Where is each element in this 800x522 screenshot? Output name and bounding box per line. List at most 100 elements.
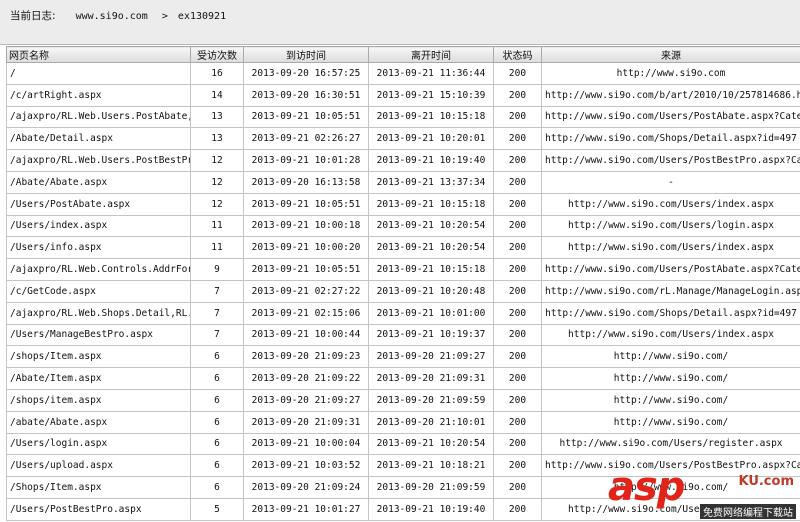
- cell-leave-time: 2013-09-21 10:01:00: [368, 301, 494, 325]
- cell-page-name: /Users/upload.aspx: [6, 454, 191, 478]
- table-row[interactable]: /Users/ManageBestPro.aspx 7 2013-09-21 10:…: [6, 323, 800, 347]
- cell-arrival-time: 2013-09-21 10:00:20: [243, 236, 369, 260]
- cell-page-name: /: [6, 62, 191, 85]
- cell-page-name: /ajaxpro/RL.Web.Shops.Detail,RL....: [6, 301, 191, 325]
- cell-leave-time: 2013-09-20 21:09:59: [368, 388, 494, 412]
- cell-arrival-time: 2013-09-21 10:03:52: [243, 454, 369, 478]
- cell-arrival-time: 2013-09-21 10:05:51: [243, 105, 369, 129]
- cell-arrival-time: 2013-09-21 10:01:28: [243, 149, 369, 172]
- breadcrumb-site[interactable]: www.si9o.com: [76, 11, 148, 22]
- cell-page-name: /ajaxpro/RL.Web.Users.PostAbate,...: [6, 105, 191, 129]
- table-row[interactable]: /Users/index.aspx 11 2013-09-21 10:00:18 20…: [6, 214, 800, 238]
- cell-status-code: 200: [493, 127, 542, 151]
- cell-page-name: /Users/info.aspx: [6, 236, 191, 260]
- table-row[interactable]: /Users/PostAbate.aspx 12 2013-09-21 10:05:…: [6, 192, 800, 216]
- cell-leave-time: 2013-09-20 21:09:27: [368, 345, 494, 369]
- cell-referrer: http://www.si9o.com/Shops/Detail.aspx?id…: [541, 127, 800, 151]
- cell-arrival-time: 2013-09-20 21:09:27: [243, 388, 369, 412]
- cell-referrer: http://www.si9o.com/Users/PostBestPro.as…: [541, 149, 800, 172]
- column-header-arrival-time[interactable]: 到访时间: [243, 46, 369, 63]
- cell-referrer: http://www.si9o.com/Users/PostAbate.aspx…: [541, 258, 800, 281]
- table-row[interactable]: /ajaxpro/RL.Web.Controls.AddrFor... 9 2013…: [6, 258, 800, 281]
- table-row[interactable]: /Users/upload.aspx 6 2013-09-21 10:03:52 20…: [6, 454, 800, 478]
- cell-page-name: /Users/PostBestPro.aspx: [6, 497, 191, 521]
- cell-status-code: 200: [493, 301, 542, 325]
- table-row[interactable]: /Abate/Abate.aspx 12 2013-09-20 16:13:58 20…: [6, 170, 800, 194]
- cell-status-code: 200: [493, 432, 542, 456]
- cell-referrer: http://www.si9o.com/: [541, 476, 800, 499]
- cell-status-code: 200: [493, 388, 542, 412]
- cell-leave-time: 2013-09-21 10:19:40: [368, 497, 494, 521]
- cell-visits: 14: [190, 83, 244, 107]
- table-row[interactable]: /Users/info.aspx 11 2013-09-21 10:00:20 201…: [6, 236, 800, 260]
- cell-referrer: -: [541, 170, 800, 194]
- table-row[interactable]: /ajaxpro/RL.Web.Shops.Detail,RL.... 7 2013…: [6, 301, 800, 325]
- cell-status-code: 200: [493, 149, 542, 172]
- cell-referrer: http://www.si9o.com/b/art/2010/10/257814…: [541, 83, 800, 107]
- cell-referrer: http://www.si9o.com/: [541, 367, 800, 390]
- cell-arrival-time: 2013-09-20 16:57:25: [243, 62, 369, 85]
- cell-leave-time: 2013-09-20 21:10:01: [368, 410, 494, 434]
- table-row[interactable]: /Abate/Detail.aspx 13 2013-09-21 02:26:27 2…: [6, 127, 800, 151]
- cell-referrer: http://www.si9o.com/Users/index.aspx: [541, 497, 800, 521]
- column-header-page-name[interactable]: 网页名称: [6, 46, 191, 63]
- cell-visits: 11: [190, 236, 244, 260]
- cell-referrer: http://www.si9o.com/Users/index.aspx: [541, 323, 800, 347]
- cell-page-name: /Abate/Abate.aspx: [6, 170, 191, 194]
- cell-arrival-time: 2013-09-21 10:00:18: [243, 214, 369, 238]
- cell-visits: 7: [190, 301, 244, 325]
- cell-leave-time: 2013-09-20 21:09:59: [368, 476, 494, 499]
- cell-status-code: 200: [493, 105, 542, 129]
- cell-leave-time: 2013-09-21 10:15:18: [368, 105, 494, 129]
- cell-referrer: http://www.si9o.com/Users/index.aspx: [541, 192, 800, 216]
- table-row[interactable]: /abate/Abate.aspx 6 2013-09-20 21:09:31 201…: [6, 410, 800, 434]
- cell-status-code: 200: [493, 497, 542, 521]
- cell-arrival-time: 2013-09-21 10:00:04: [243, 432, 369, 456]
- column-header-status-code[interactable]: 状态码: [493, 46, 542, 63]
- cell-page-name: /c/artRight.aspx: [6, 83, 191, 107]
- column-header-visits[interactable]: 受访次数: [190, 46, 244, 63]
- table-row[interactable]: /ajaxpro/RL.Web.Users.PostAbate,... 13 201…: [6, 105, 800, 129]
- table-row[interactable]: /shops/item.aspx 6 2013-09-20 21:09:27 2013…: [6, 388, 800, 412]
- table-row[interactable]: /shops/Item.aspx 6 2013-09-20 21:09:23 2013…: [6, 345, 800, 369]
- cell-status-code: 200: [493, 454, 542, 478]
- cell-visits: 6: [190, 432, 244, 456]
- cell-page-name: /Users/ManageBestPro.aspx: [6, 323, 191, 347]
- cell-visits: 7: [190, 323, 244, 347]
- cell-visits: 6: [190, 410, 244, 434]
- table-row[interactable]: /c/artRight.aspx 14 2013-09-20 16:30:51 201…: [6, 83, 800, 107]
- table-row[interactable]: /Users/login.aspx 6 2013-09-21 10:00:04 201…: [6, 432, 800, 456]
- table-row[interactable]: /16 2013-09-20 16:57:25 2013-09-21 11:36:4…: [6, 62, 800, 85]
- cell-arrival-time: 2013-09-21 10:00:44: [243, 323, 369, 347]
- cell-page-name: /Users/login.aspx: [6, 432, 191, 456]
- cell-status-code: 200: [493, 83, 542, 107]
- cell-referrer: http://www.si9o.com/Shops/Detail.aspx?id…: [541, 301, 800, 325]
- cell-visits: 9: [190, 258, 244, 281]
- cell-page-name: /shops/item.aspx: [6, 388, 191, 412]
- cell-leave-time: 2013-09-21 10:20:54: [368, 214, 494, 238]
- table-row[interactable]: /ajaxpro/RL.Web.Users.PostBestPr... 12 201…: [6, 149, 800, 172]
- table-row[interactable]: /Users/PostBestPro.aspx 5 2013-09-21 10:01…: [6, 497, 800, 521]
- cell-referrer: http://www.si9o.com/Users/PostBestPro.as…: [541, 454, 800, 478]
- cell-page-name: /shops/Item.aspx: [6, 345, 191, 369]
- cell-referrer: http://www.si9o.com/Users/index.aspx: [541, 236, 800, 260]
- cell-arrival-time: 2013-09-20 21:09:22: [243, 367, 369, 390]
- cell-page-name: /c/GetCode.aspx: [6, 279, 191, 303]
- cell-status-code: 200: [493, 258, 542, 281]
- breadcrumb-log[interactable]: ex130921: [178, 11, 226, 22]
- breadcrumb: 当前日志: www.si9o.com > ex130921: [10, 8, 226, 23]
- cell-visits: 6: [190, 345, 244, 369]
- cell-visits: 13: [190, 105, 244, 129]
- cell-page-name: /Users/index.aspx: [6, 214, 191, 238]
- cell-status-code: 200: [493, 236, 542, 260]
- cell-leave-time: 2013-09-21 10:20:54: [368, 236, 494, 260]
- cell-status-code: 200: [493, 170, 542, 194]
- cell-status-code: 200: [493, 323, 542, 347]
- cell-arrival-time: 2013-09-21 02:26:27: [243, 127, 369, 151]
- table-row[interactable]: /Shops/Item.aspx 6 2013-09-20 21:09:24 2013…: [6, 476, 800, 499]
- column-header-leave-time[interactable]: 离开时间: [368, 46, 494, 63]
- column-header-referrer[interactable]: 来源: [541, 46, 800, 63]
- table-row[interactable]: /Abate/Item.aspx 6 2013-09-20 21:09:22 2013…: [6, 367, 800, 390]
- table-row[interactable]: /c/GetCode.aspx 7 2013-09-21 02:27:22 2013-…: [6, 279, 800, 303]
- cell-arrival-time: 2013-09-21 10:05:51: [243, 192, 369, 216]
